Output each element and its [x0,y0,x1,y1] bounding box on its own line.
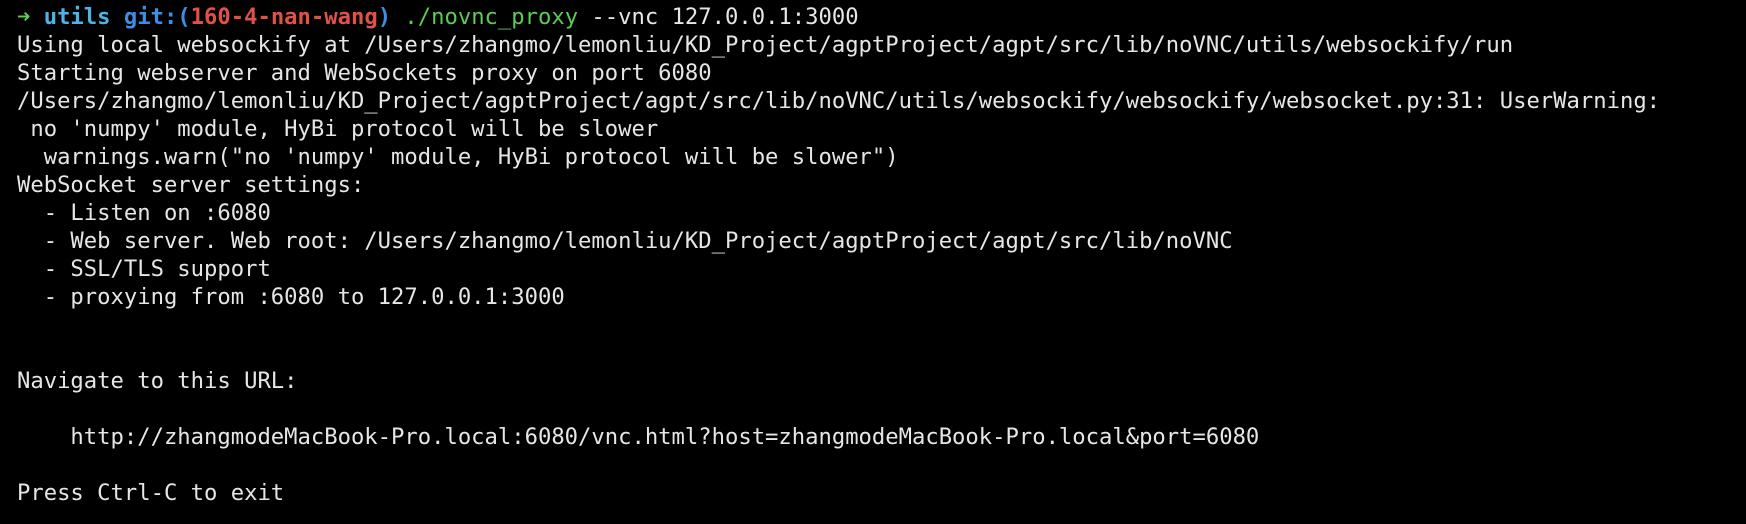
output-line-navigate: Navigate to this URL: [17,368,298,394]
prompt-git-branch: 160-4-nan-wang [190,4,378,30]
prompt-line: ➜ utils git:(160-4-nan-wang) ./novnc_pro… [17,3,1746,31]
output-line-starting-webserver: Starting webserver and WebSockets proxy … [17,60,712,86]
output-line-listen: - Listen on :6080 [17,200,271,226]
prompt-directory: utils [43,4,111,30]
command-name: ./novnc_proxy [404,4,579,30]
output-line-settings-header: WebSocket server settings: [17,172,365,198]
output-line-vnc-url[interactable]: http://zhangmodeMacBook-Pro.local:6080/v… [17,423,1746,451]
output-line-warnings-warn: warnings.warn("no 'numpy' module, HyBi p… [17,144,899,170]
output-line-proxying: - proxying from :6080 to 127.0.0.1:3000 [17,284,565,310]
output-line-numpy-warning: no 'numpy' module, HyBi protocol will be… [17,116,659,142]
output-line-ssl: - SSL/TLS support [17,256,271,282]
prompt-git-close: ) [377,4,392,30]
output-line-blank-3 [17,395,1746,423]
prompt-arrow-icon: ➜ [17,4,31,30]
output-line-websockify-path: Using local websockify at /Users/zhangmo… [17,32,1514,58]
prompt-git-label: git:( [123,4,191,30]
terminal-window[interactable]: ➜ utils git:(160-4-nan-wang) ./novnc_pro… [0,0,1746,524]
output-line-blank-2 [17,339,1746,367]
output-line-exit-hint: Press Ctrl-C to exit [17,480,285,506]
output-line-blank-4 [17,451,1746,479]
output-line-blank-1 [17,311,1746,339]
command-args: --vnc 127.0.0.1:3000 [578,4,859,30]
output-line-web-root: - Web server. Web root: /Users/zhangmo/l… [17,228,1233,254]
output-line-user-warning: /Users/zhangmo/lemonliu/KD_Project/agptP… [17,88,1661,114]
